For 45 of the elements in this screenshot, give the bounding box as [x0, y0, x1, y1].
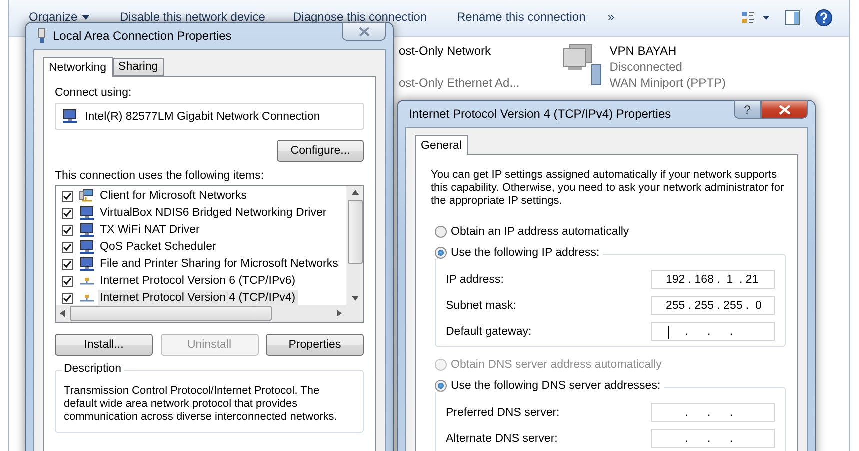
list-item[interactable]: VirtualBox NDIS6 Bridged Networking Driver	[98, 205, 329, 222]
list-item[interactable]: File and Printer Sharing for Microsoft Networks	[98, 256, 340, 273]
tab[interactable]: Networking	[43, 57, 113, 77]
connection-status: Disconnected	[610, 59, 684, 75]
field-label: IP address:	[446, 274, 504, 286]
adapter-field: Intel(R) 82577LM Gigabit Network Connection	[55, 103, 364, 130]
items-label: This connection uses the following items:	[55, 170, 264, 182]
list-item[interactable]: Internet Protocol Version 4 (TCP/IPv4)	[98, 290, 298, 305]
radio-option[interactable]: Use the following IP address:	[435, 247, 603, 259]
list-item[interactable]: TX WiFi NAT Driver	[98, 222, 202, 239]
tab[interactable]: Sharing	[112, 58, 164, 76]
connection-name: VPN BAYAH	[610, 43, 678, 59]
field-label: Default gateway:	[446, 326, 532, 338]
field-label: Preferred DNS server:	[446, 406, 560, 418]
ip-address-field[interactable]: . . .	[651, 429, 775, 448]
ip-address-field[interactable]: . . .	[651, 403, 775, 422]
field-label: Connect using:	[55, 87, 133, 99]
window-title: Internet Protocol Version 4 (TCP/IPv4) Properties	[409, 107, 672, 121]
list-item[interactable]: Client for Microsoft Networks	[98, 188, 249, 205]
toolbar-command[interactable]: Rename this connection	[457, 10, 608, 24]
ip-address-field[interactable]: 192 . 168 . 1 . 21	[651, 270, 775, 289]
window-title: Local Area Connection Properties	[53, 29, 232, 43]
radio-option[interactable]: Obtain an IP address automatically	[435, 226, 632, 238]
radio-option[interactable]: Use the following DNS server addresses:	[435, 380, 664, 392]
connection-name: ost-Only Network	[399, 43, 492, 59]
tab[interactable]: General	[415, 135, 468, 155]
field-label: Subnet mask:	[446, 300, 516, 312]
list-item[interactable]: Internet Protocol Version 6 (TCP/IPv6)	[98, 273, 298, 290]
toolbar-command[interactable]: Disable this network device	[120, 10, 293, 24]
toolbar-command[interactable]: »	[608, 10, 638, 24]
dialog-button[interactable]: Install...	[55, 334, 153, 356]
field-label: Alternate DNS server:	[446, 432, 558, 444]
connection-adapter: ost-Only Ethernet Ad...	[399, 75, 520, 91]
ip-address-field[interactable]: 255 . 255 . 255 . 0	[651, 296, 775, 315]
configure-button[interactable]: Configure...	[277, 140, 364, 162]
organize-menu[interactable]: Organize	[29, 10, 120, 24]
group-title: Description	[62, 363, 124, 375]
toolbar-command[interactable]: Diagnose this connection	[293, 10, 457, 24]
connection-adapter: WAN Miniport (PPTP)	[610, 75, 726, 91]
dialog-button[interactable]: Properties	[266, 334, 364, 356]
ip-address-field[interactable]: . . .	[651, 322, 775, 341]
intro-text: You can get IP settings assigned automatically if your network supports this capability. Otherwise, you need to ask your network administrator for the appropriate IP settings.	[431, 169, 786, 208]
list-item[interactable]: QoS Packet Scheduler	[98, 239, 218, 256]
description-text: Transmission Control Protocol/Internet Protocol. The default wide area network protocol that provides communication across diverse interconnected networks.	[64, 385, 338, 424]
help-button[interactable]: ?	[734, 100, 761, 119]
